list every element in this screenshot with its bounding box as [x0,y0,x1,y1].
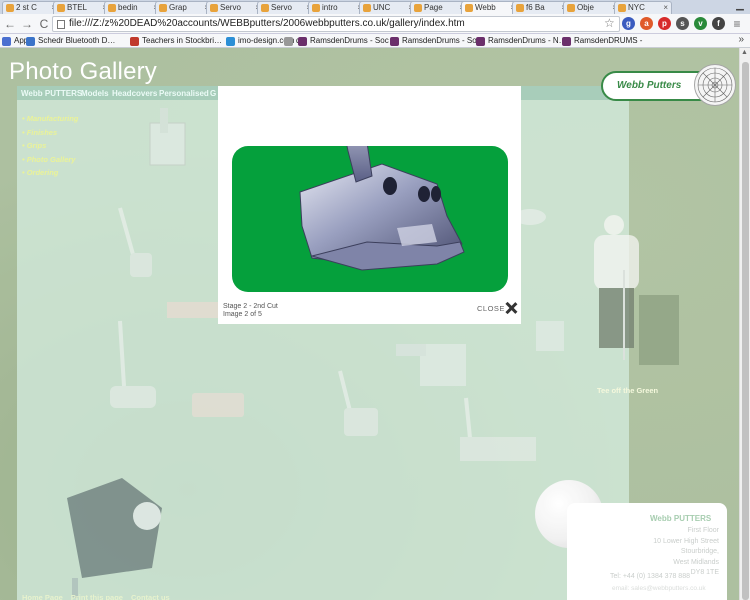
browser-tab[interactable]: UNC× [359,1,417,14]
lightbox-image-counter: Image 2 of 5 [223,311,262,318]
browser-tab[interactable]: f6 Ba× [512,1,570,14]
tab-title: Servo [220,3,241,12]
lightbox: Stage 2 - 2nd Cut Image 2 of 5 CLOSE [218,86,521,324]
reload-button[interactable]: C [37,17,51,31]
bookmarks-bar: » Apps Schedr Bluetooth D… Teachers in Sto… [0,34,750,48]
browser-tab[interactable]: Grap× [155,1,213,14]
tab-title: bedin [118,3,138,12]
bookmark-label: Teachers in Stockbri… [142,36,223,45]
tab-title: Webb [475,3,496,12]
lightbox-image [232,146,508,292]
bookmark-label: RamsdenDrums - N… [488,36,567,45]
bookmark-icon [390,37,399,46]
bookmark-item[interactable]: RamsdenDrums - Soc [390,36,481,46]
putter-head-photo [299,146,465,271]
address-bar[interactable]: file:///Z:/z%20DEAD%20accounts/WEBBputte… [52,16,620,32]
extension-icon[interactable]: p [658,17,671,30]
chrome-menu-button[interactable]: ≡ [730,17,744,31]
extension-icon[interactable]: s [676,17,689,30]
tab-favicon-icon [261,4,269,12]
browser-toolbar: ← → C file:///Z:/z%20DEAD%20accounts/WEB… [0,14,750,34]
browser-tab[interactable]: 2 st C× [2,1,60,14]
tab-favicon-icon [6,4,14,12]
bookmark-item[interactable]: Schedr Bluetooth D… [26,36,115,46]
bookmark-icon [226,37,235,46]
tab-title: Servo [271,3,292,12]
tab-title: Grap [169,3,187,12]
bookmark-item[interactable]: RamsdenDRUMS - [562,36,642,46]
vertical-scrollbar[interactable]: ▲ [739,48,750,600]
extension-icon[interactable]: f [712,17,725,30]
tab-favicon-icon [363,4,371,12]
bookmark-item[interactable]: RamsdenDrums - N… [476,36,567,46]
tab-title: f6 Ba [526,3,545,12]
bookmark-icon [284,37,293,46]
lightbox-caption-title: Stage 2 - 2nd Cut [223,303,278,310]
extension-icon[interactable]: a [640,17,653,30]
forward-button[interactable]: → [20,17,34,31]
tab-title: UNC [373,3,391,12]
bookmark-icon [26,37,35,46]
bookmark-icon [130,37,139,46]
tab-title: BTEL [67,3,88,12]
bookmark-label: RamsdenDRUMS - [574,36,643,45]
tab-favicon-icon [516,4,524,12]
tab-favicon-icon [159,4,167,12]
bookmark-item[interactable]: RamsdenDrums - Soc [298,36,389,46]
browser-tab[interactable]: BTEL× [53,1,111,14]
bookmark-icon [2,37,11,46]
bookmark-icon [476,37,485,46]
browser-tab[interactable]: Obje× [563,1,621,14]
scrollbar-thumb[interactable] [742,62,749,600]
lightbox-caption: Stage 2 - 2nd Cut Image 2 of 5 [223,303,278,319]
browser-tab[interactable]: Webb× [461,1,519,14]
tab-favicon-icon [465,4,473,12]
browser-tab[interactable]: NYC × [614,1,672,14]
tab-title: NYC [628,3,645,12]
lightbox-close-label[interactable]: CLOSE [477,304,505,313]
tab-title: intro [322,3,338,12]
extension-icon[interactable]: g [622,17,635,30]
bookmark-star-icon[interactable]: ☆ [604,16,615,30]
tab-favicon-icon [414,4,422,12]
bookmark-label: RamsdenDrums - Soc [310,36,389,45]
tab-favicon-icon [312,4,320,12]
browser-tab[interactable]: Page× [410,1,468,14]
tab-favicon-icon [618,4,626,12]
bookmark-item[interactable]: Teachers in Stockbri… [130,36,222,46]
tab-title: Page [424,3,443,12]
bookmarks-overflow-button[interactable]: » [738,34,744,45]
tab-close-icon[interactable]: × [663,2,668,14]
bookmark-label: RamsdenDrums - Soc [402,36,481,45]
close-icon[interactable] [504,301,518,315]
page-icon [57,20,65,29]
scroll-up-arrow-icon[interactable]: ▲ [741,49,748,56]
browser-tab[interactable]: Servo× [206,1,264,14]
bookmark-icon [562,37,571,46]
back-button[interactable]: ← [3,17,17,31]
tab-strip: 2 st C×BTEL×bedin×Grap×Servo×Servo×intro… [0,0,750,14]
browser-tab[interactable]: bedin× [104,1,162,14]
extension-icon[interactable]: v [694,17,707,30]
tab-favicon-icon [567,4,575,12]
tab-title: Obje [577,3,594,12]
bookmark-icon [298,37,307,46]
tab-title: 2 st C [16,3,37,12]
bookmark-label: Schedr Bluetooth D… [38,36,116,45]
tab-favicon-icon [108,4,116,12]
window-controls[interactable]: ▁ [730,0,750,14]
browser-tab[interactable]: Servo× [257,1,315,14]
url-text: file:///Z:/z%20DEAD%20accounts/WEBBputte… [69,18,465,29]
tab-favicon-icon [57,4,65,12]
tab-favicon-icon [210,4,218,12]
browser-tab[interactable]: intro× [308,1,366,14]
